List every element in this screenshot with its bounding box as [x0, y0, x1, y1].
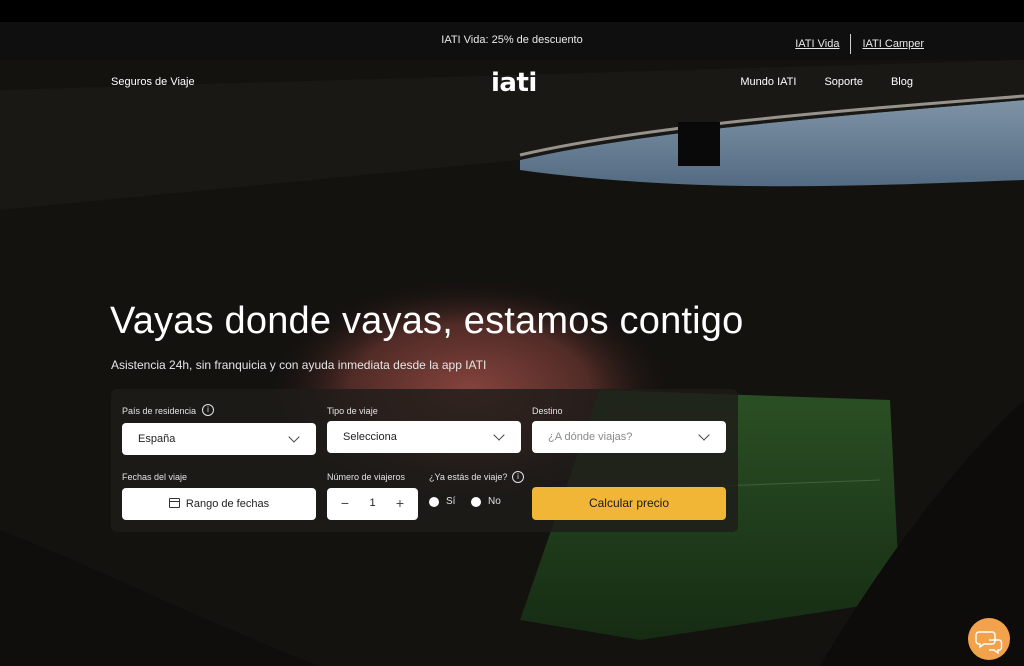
- link-iati-vida[interactable]: IATI Vida: [795, 38, 839, 50]
- radio-button-icon: [429, 496, 439, 507]
- travelers-stepper: − 1 +: [327, 488, 418, 520]
- nav-right-menu: Mundo IATI Soporte Blog: [740, 76, 913, 88]
- nav-mundo-iati[interactable]: Mundo IATI: [740, 76, 796, 88]
- radio-button-icon: [471, 496, 481, 507]
- destination-placeholder: ¿A dónde viajas?: [548, 431, 633, 443]
- residence-label: País de residencia: [122, 406, 197, 416]
- promo-links: IATI Vida IATI Camper: [795, 34, 924, 54]
- nav-blog[interactable]: Blog: [891, 76, 913, 88]
- promo-divider: [850, 34, 852, 54]
- travelers-label: Número de viajeros: [327, 472, 406, 482]
- residence-select[interactable]: España: [122, 423, 316, 455]
- link-iati-camper[interactable]: IATI Camper: [862, 38, 924, 50]
- iati-logo[interactable]: iati: [491, 68, 537, 98]
- chevron-down-icon: [698, 429, 710, 441]
- hero-title: Vayas donde vayas, estamos contigo: [110, 300, 744, 342]
- calendar-icon: [168, 498, 180, 508]
- residence-value: España: [138, 433, 176, 445]
- plus-icon[interactable]: +: [393, 495, 407, 511]
- chat-button[interactable]: [968, 618, 1010, 660]
- quote-form-panel: País de residencia i España Tipo de viaj…: [111, 389, 738, 532]
- destination-select[interactable]: ¿A dónde viajas?: [532, 421, 726, 453]
- trip-type-select[interactable]: Selecciona: [327, 421, 521, 453]
- info-icon[interactable]: i: [202, 404, 214, 416]
- radio-no[interactable]: No: [471, 496, 501, 507]
- hero-section: Seguros de Viaje iati Mundo IATI Soporte…: [0, 60, 1024, 666]
- hero-subtitle: Asistencia 24h, sin franquicia y con ayu…: [111, 358, 487, 372]
- date-range-label: Rango de fechas: [185, 498, 270, 510]
- trip-type-value: Selecciona: [343, 431, 397, 443]
- radio-yes[interactable]: Sí: [429, 496, 455, 507]
- dates-label: Fechas del viaje: [122, 472, 188, 482]
- nav-soporte[interactable]: Soporte: [824, 76, 863, 88]
- radio-yes-label: Sí: [446, 496, 456, 507]
- calculate-price-button[interactable]: Calcular precio: [532, 487, 726, 520]
- chevron-down-icon: [493, 429, 505, 441]
- traveling-label: ¿Ya estás de viaje?: [429, 472, 508, 482]
- info-icon[interactable]: i: [512, 471, 524, 483]
- destination-label: Destino: [532, 406, 563, 416]
- radio-no-label: No: [488, 496, 501, 507]
- chevron-down-icon: [288, 431, 300, 443]
- promo-banner: IATI Vida: 25% de descuento IATI Vida IA…: [0, 22, 1024, 60]
- date-range-button[interactable]: Rango de fechas: [122, 488, 316, 520]
- chat-icon: [975, 631, 1003, 655]
- nav-travel-insurance[interactable]: Seguros de Viaje: [111, 76, 195, 88]
- trip-type-label: Tipo de viaje: [327, 406, 378, 416]
- window-top-strip: [0, 0, 1024, 22]
